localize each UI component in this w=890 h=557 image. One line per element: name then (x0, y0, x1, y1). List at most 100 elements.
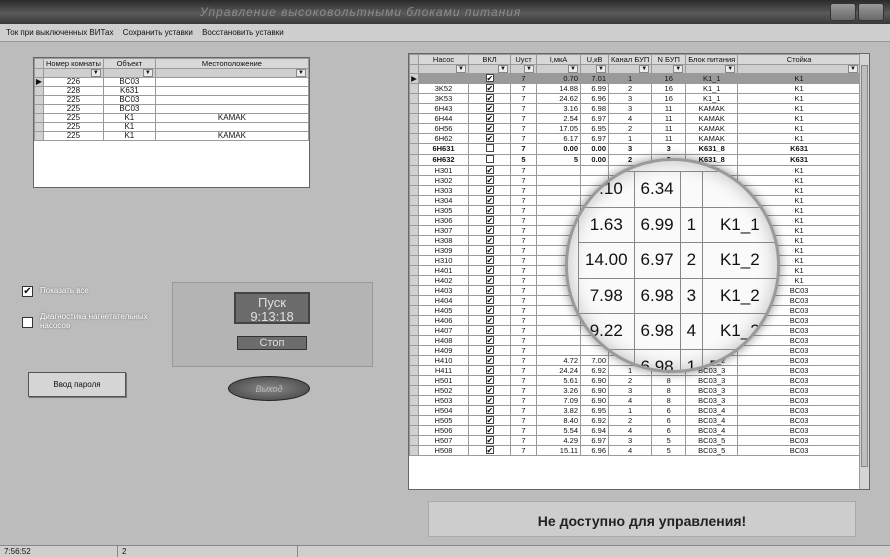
table-cell[interactable]: BC03 (102, 104, 156, 114)
table-cell[interactable]: 6.92 (580, 415, 609, 427)
on-checkbox-cell[interactable]: ✔ (468, 225, 511, 237)
on-checkbox-cell[interactable]: ✔ (468, 425, 511, 437)
table-cell[interactable]: BC03_4 (685, 405, 739, 417)
table-cell[interactable]: H306 (418, 215, 469, 227)
table-cell[interactable]: 3 (607, 103, 653, 115)
show-all-checkbox[interactable]: ✔ (22, 286, 33, 297)
table-cell[interactable]: 5 (651, 435, 687, 447)
table-cell[interactable]: 7 (510, 405, 537, 417)
table-cell[interactable]: 7 (510, 225, 537, 237)
table-cell[interactable]: 7 (510, 215, 537, 227)
table-cell[interactable]: H410 (418, 355, 469, 367)
row-selector[interactable] (34, 113, 44, 123)
on-checkbox-cell[interactable]: ✔ (468, 345, 511, 357)
table-cell[interactable]: 3 (607, 143, 653, 156)
row-selector[interactable] (409, 113, 419, 125)
row-selector[interactable] (34, 95, 44, 105)
table-cell[interactable]: 0.00 (536, 143, 581, 156)
dropdown-icon[interactable]: ▼ (142, 69, 153, 77)
table-cell[interactable]: KAMAK (154, 131, 310, 141)
on-checkbox-cell[interactable]: ✔ (468, 285, 511, 297)
table-cell[interactable]: H403 (418, 285, 469, 297)
stop-button[interactable]: Стоп (237, 336, 307, 350)
menu-item-restore-settings[interactable]: Восстановить уставки (202, 28, 284, 37)
table-cell[interactable] (154, 104, 310, 114)
table-cell[interactable] (536, 185, 581, 197)
on-checkbox-cell[interactable]: ✔ (468, 335, 511, 347)
row-selector[interactable] (409, 345, 419, 357)
column-header-channel[interactable]: Канал БУП (607, 54, 653, 65)
table-cell[interactable]: 6.90 (580, 375, 609, 387)
on-checkbox[interactable]: ✔ (485, 134, 494, 143)
table-cell[interactable]: 6 (651, 405, 687, 417)
table-cell[interactable]: 0.70 (536, 73, 581, 85)
row-selector[interactable] (409, 325, 419, 337)
table-cell[interactable] (536, 205, 581, 217)
table-cell[interactable]: K1 (737, 103, 861, 115)
table-cell[interactable] (154, 95, 310, 105)
table-cell[interactable]: 2 (607, 415, 653, 427)
row-selector[interactable] (409, 93, 419, 105)
on-checkbox[interactable]: ✔ (485, 196, 494, 205)
table-cell[interactable]: 7 (510, 375, 537, 387)
table-cell[interactable] (418, 73, 469, 85)
row-selector[interactable] (409, 435, 419, 447)
table-cell[interactable]: 17.05 (536, 123, 581, 135)
on-checkbox[interactable]: ✔ (485, 316, 494, 325)
table-cell[interactable]: BC03_4 (685, 415, 739, 427)
on-checkbox-cell[interactable]: ✔ (468, 123, 511, 135)
table-cell[interactable]: 11 (651, 113, 687, 125)
table-cell[interactable]: 6.96 (580, 93, 609, 105)
row-selector[interactable] (409, 305, 419, 317)
table-cell[interactable]: 7 (510, 205, 537, 217)
row-selector[interactable] (409, 195, 419, 207)
table-cell[interactable]: 226 (43, 77, 104, 87)
table-cell[interactable]: K1 (737, 73, 861, 85)
on-checkbox-cell[interactable]: ✔ (468, 93, 511, 105)
on-checkbox-cell[interactable]: ✔ (468, 133, 511, 145)
table-cell[interactable]: 8 (651, 385, 687, 397)
row-selector[interactable] (409, 425, 419, 437)
table-cell[interactable]: 2 (607, 123, 653, 135)
on-checkbox[interactable]: ✔ (485, 396, 494, 405)
table-cell[interactable]: 6.99 (580, 83, 609, 95)
row-selector[interactable] (409, 83, 419, 95)
table-cell[interactable]: H402 (418, 275, 469, 287)
table-cell[interactable]: 7 (510, 103, 537, 115)
table-cell[interactable]: 7 (510, 435, 537, 447)
column-header-voltage[interactable]: U,кВ (580, 54, 609, 65)
column-header-bup-number[interactable]: N БУП (651, 54, 687, 65)
table-cell[interactable]: 7 (510, 175, 537, 187)
table-row[interactable]: 6H62 ✔ 7 6.17 6.97 1 11 KAMAK K1 (409, 133, 861, 145)
table-cell[interactable] (154, 86, 310, 96)
row-selector[interactable] (409, 355, 419, 367)
on-checkbox-cell[interactable]: ✔ (468, 445, 511, 457)
on-checkbox[interactable]: ✔ (485, 276, 494, 285)
on-checkbox[interactable]: ✔ (485, 336, 494, 345)
row-selector[interactable] (409, 255, 419, 267)
on-checkbox-cell[interactable]: ✔ (468, 415, 511, 427)
on-checkbox-cell[interactable]: ✔ (468, 295, 511, 307)
on-checkbox[interactable]: ✔ (485, 74, 494, 83)
row-selector[interactable] (409, 154, 419, 167)
on-checkbox-cell[interactable]: ✔ (468, 365, 511, 377)
table-cell[interactable]: K1 (102, 131, 156, 141)
table-cell[interactable] (154, 122, 310, 132)
table-cell[interactable]: KAMAK (154, 113, 310, 123)
filter-object[interactable]: ▼ (102, 68, 156, 78)
on-checkbox[interactable]: ✔ (485, 326, 494, 335)
table-row[interactable]: 225 BC03 (34, 95, 310, 105)
table-cell[interactable]: 7 (510, 195, 537, 207)
table-cell[interactable]: 3.26 (536, 385, 581, 397)
table-row[interactable]: 3K53 ✔ 7 24.62 6.96 3 16 K1_1 K1 (409, 93, 861, 105)
table-row[interactable]: ▶ 226 BC03 (34, 77, 310, 87)
on-checkbox[interactable]: ✔ (485, 104, 494, 113)
table-cell[interactable]: 11 (651, 133, 687, 145)
table-row[interactable]: 3K52 ✔ 7 14.88 6.99 2 16 K1_1 K1 (409, 83, 861, 95)
table-cell[interactable]: 4.72 (536, 355, 581, 367)
table-cell[interactable] (536, 345, 581, 357)
table-cell[interactable]: H506 (418, 425, 469, 437)
on-checkbox-cell[interactable]: ✔ (468, 235, 511, 247)
table-cell[interactable]: 1 (607, 133, 653, 145)
table-cell[interactable]: 7 (510, 365, 537, 377)
